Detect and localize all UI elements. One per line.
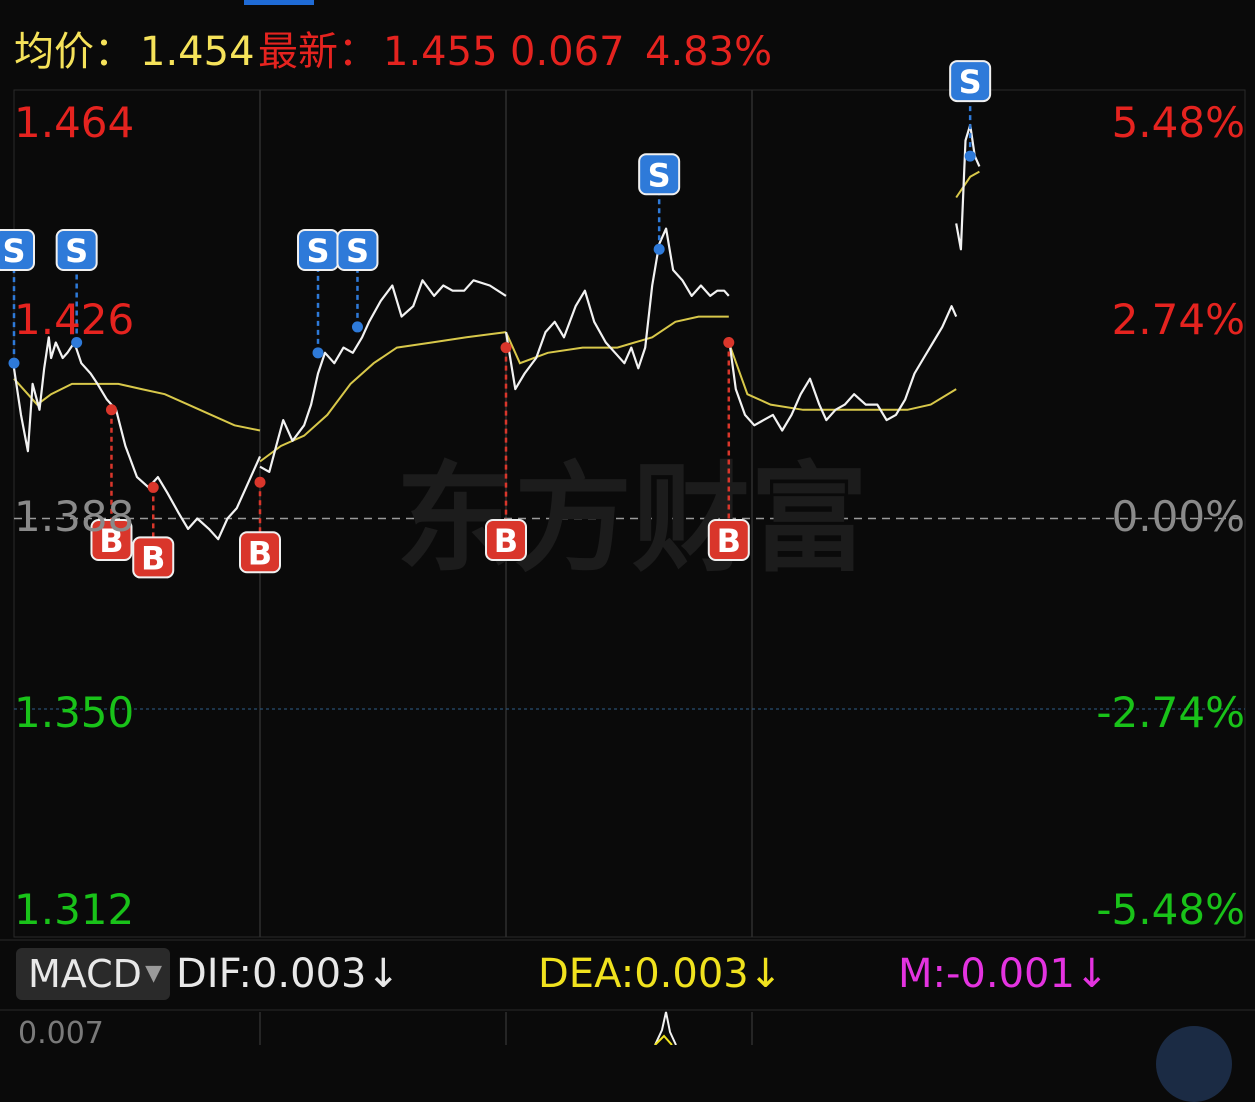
watermark: 东方财富 [396, 450, 868, 588]
arrow-down-icon: ↓ [748, 951, 783, 997]
arrow-down-icon: ↓ [366, 951, 401, 997]
avg-price-line [955, 170, 980, 199]
price-line [955, 123, 981, 251]
price-tick-label: 1.426 [14, 294, 135, 344]
avg-price-line [727, 342, 957, 411]
macd-dif: DIF:0.003↓ [176, 948, 400, 1000]
sell-marker-label: S [959, 63, 982, 101]
buy-marker-label: B [717, 522, 741, 560]
indicator-selector-button[interactable]: MACD ▼ [16, 948, 170, 1000]
sell-marker-badge[interactable]: S [55, 229, 98, 271]
floating-action-button[interactable] [1156, 1026, 1232, 1102]
indicator-name: MACD [28, 952, 142, 996]
macd-dea: DEA:0.003↓ [538, 948, 782, 1000]
arrow-down-icon: ↓ [1074, 951, 1109, 997]
macd-dea-value: DEA:0.003 [538, 951, 749, 997]
macd-m-value: M:-0.001 [898, 951, 1075, 997]
dropdown-triangle-icon: ▼ [145, 961, 162, 986]
sell-marker-badge[interactable]: S [297, 229, 340, 271]
price-line [259, 279, 507, 473]
buy-marker-dot [723, 336, 735, 348]
buy-marker-badge[interactable]: B [132, 536, 175, 579]
sell-marker-badge[interactable]: S [0, 229, 35, 271]
avg-price-line [13, 378, 261, 432]
price-tick-label: 1.312 [14, 885, 135, 934]
buy-marker-label: B [141, 539, 165, 577]
buy-marker-dot [500, 342, 512, 354]
sell-marker-dot [964, 150, 976, 162]
sell-marker-dot [8, 357, 20, 369]
sell-marker-label: S [306, 232, 329, 270]
avg-price-line [259, 331, 507, 463]
price-line [727, 305, 958, 432]
buy-marker-label: B [248, 534, 272, 572]
intraday-chart[interactable]: 东方财富S SB B BS SBSBS [0, 0, 1255, 1045]
price-line [504, 227, 730, 391]
buy-marker-dot [105, 404, 117, 416]
buy-marker-badge[interactable]: B [239, 531, 281, 574]
pct-tick-label: -2.74% [1096, 688, 1245, 738]
sell-marker-dot [351, 321, 363, 333]
macd-axis-label: 0.007 [18, 1016, 104, 1051]
price-tick-label: 1.350 [14, 688, 135, 738]
buy-marker-badge[interactable]: B [707, 519, 750, 561]
macd-m: M:-0.001↓ [898, 948, 1108, 1000]
macd-line [654, 1011, 677, 1045]
pct-tick-label: -5.48% [1096, 885, 1245, 934]
price-tick-label: 1.464 [14, 98, 135, 147]
buy-marker-badge[interactable]: B [485, 519, 527, 561]
sell-marker-badge[interactable]: S [336, 229, 379, 271]
buy-marker-dot [147, 481, 159, 493]
macd-dif-value: DIF:0.003 [176, 951, 367, 997]
sell-marker-badge[interactable]: S [638, 153, 681, 196]
sell-marker-label: S [65, 232, 88, 270]
pct-tick-label: 5.48% [1111, 98, 1245, 147]
sell-marker-dot [312, 347, 324, 359]
sell-marker-dot [653, 243, 665, 255]
buy-marker-label: B [494, 522, 518, 560]
sell-marker-badge[interactable]: S [949, 60, 992, 103]
sell-marker-label: S [2, 232, 25, 270]
buy-marker-dot [254, 476, 266, 488]
price-tick-label: 1.388 [14, 491, 135, 541]
sell-marker-label: S [648, 156, 671, 194]
pct-tick-label: 2.74% [1111, 294, 1245, 344]
sell-marker-label: S [346, 232, 369, 270]
pct-tick-label: 0.00% [1111, 491, 1245, 541]
